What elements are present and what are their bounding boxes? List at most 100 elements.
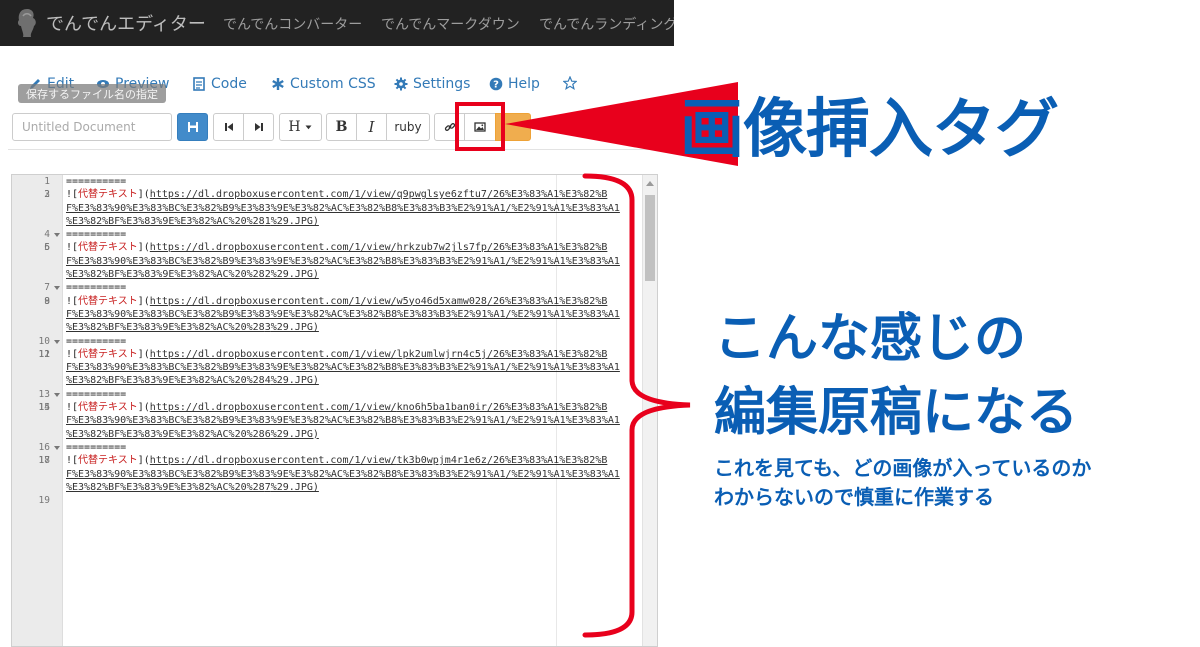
- nav-link-markdown[interactable]: でんでんマークダウン: [381, 14, 520, 34]
- url-tail: /26%E3%83%A1%E3%82%B: [486, 455, 608, 467]
- question-circle-icon: ?: [489, 77, 503, 91]
- gear-icon: [394, 77, 408, 91]
- filename-input[interactable]: [12, 113, 172, 141]
- line-wrap: F%E3%83%90%E3%83%BC%E3%82%B9%E3%83%9E%E3…: [66, 468, 642, 481]
- url-id: kno6h5ba1ban0ir: [396, 402, 487, 414]
- line-number: 1: [44, 176, 50, 187]
- line-number: 4: [44, 229, 50, 241]
- annotation-body-line1: こんな感じの: [714, 309, 1027, 369]
- image-url-continued: F%E3%83%90%E3%83%BC%E3%82%B9%E3%83%9E%E3…: [66, 468, 620, 480]
- url-tail: /26%E3%83%A1%E3%82%B: [486, 402, 608, 414]
- image-url-continued: F%E3%83%90%E3%83%BC%E3%82%B9%E3%83%9E%E3…: [66, 415, 620, 427]
- line-wrap: F%E3%83%90%E3%83%BC%E3%82%B9%E3%83%9E%E3…: [66, 255, 642, 268]
- step-backward-icon: [224, 123, 233, 131]
- code-line: 9 ![代替テキスト](https://dl.dropboxusercontent…: [12, 295, 642, 335]
- url-part3-prefix: %E3%82%BF%E3%83%9E%E3%82%AC%20%28: [66, 269, 265, 281]
- menu-settings-label: Settings: [413, 76, 471, 92]
- image-url-end: %E3%82%BF%E3%83%9E%E3%82%AC%20%283%29.JP…: [66, 322, 319, 333]
- url-tail: /26%E3%83%A1%E3%82%B: [486, 242, 608, 254]
- line-text: ![代替テキスト](https://dl.dropboxusercontent.…: [66, 295, 608, 307]
- bold-button[interactable]: B: [326, 113, 357, 141]
- heading-dropdown[interactable]: H: [279, 113, 322, 141]
- image-url-end: %E3%82%BF%E3%83%9E%E3%82%AC%20%282%29.JP…: [66, 269, 319, 280]
- line-wrap: F%E3%83%90%E3%83%BC%E3%82%B9%E3%83%9E%E3…: [66, 308, 642, 321]
- url-prefix: https://dl.dropboxusercontent.com/1/view…: [149, 455, 397, 467]
- image-url-continued: F%E3%83%90%E3%83%BC%E3%82%B9%E3%83%9E%E3…: [66, 308, 620, 320]
- line-number: 10: [38, 335, 50, 347]
- toolbar-divider: [8, 149, 663, 150]
- alt-text: 代替テキスト: [78, 455, 138, 467]
- step-backward-button[interactable]: [213, 113, 244, 141]
- url-tail: /26%E3%83%A1%E3%82%B: [486, 348, 608, 360]
- alt-text: 代替テキスト: [78, 242, 138, 254]
- menu-settings[interactable]: Settings: [394, 76, 470, 92]
- line-number: 9: [44, 295, 50, 307]
- star-icon: [563, 76, 577, 90]
- url-prefix: https://dl.dropboxusercontent.com/1/view…: [149, 295, 397, 307]
- line-number: 7: [44, 282, 50, 294]
- url-id: w5yo46d5xamw028: [396, 295, 487, 307]
- line-text: ==========: [66, 388, 642, 401]
- code-editor[interactable]: 1 ========== 2 3 ![代替テキスト](https://dl.dropbo…: [11, 174, 658, 647]
- url-id: tk3b0wpjm4r1e6z: [396, 455, 487, 467]
- separator-text: ==========: [66, 282, 127, 294]
- scroll-up-arrow-icon[interactable]: [646, 181, 654, 186]
- nav-link-converter[interactable]: でんでんコンバーター: [223, 14, 362, 34]
- menu-star[interactable]: [563, 76, 577, 90]
- alt-text: 代替テキスト: [78, 348, 138, 360]
- url-part3-prefix: %E3%82%BF%E3%83%9E%E3%82%AC%20%28: [66, 481, 265, 493]
- link-icon: [444, 123, 455, 131]
- brand[interactable]: でんでんエディター: [14, 6, 206, 40]
- alt-text: 代替テキスト: [78, 189, 138, 201]
- url-part3-suffix: %29.JPG): [270, 481, 319, 493]
- image-button-highlight: [455, 102, 505, 151]
- url-prefix: https://dl.dropboxusercontent.com/1/view…: [149, 189, 397, 201]
- code-lines: 1 ========== 2 3 ![代替テキスト](https://dl.dropbo…: [12, 175, 642, 506]
- save-button[interactable]: [177, 113, 208, 141]
- image-url-end: %E3%82%BF%E3%83%9E%E3%82%AC%20%281%29.JP…: [66, 216, 319, 227]
- code-line: 3 ![代替テキスト](https://dl.dropboxusercontent…: [12, 188, 642, 228]
- annotation-note-line1: これを見ても、どの画像が入っているのか: [714, 456, 1092, 480]
- image-url-continued: F%E3%83%90%E3%83%BC%E3%82%B9%E3%83%9E%E3…: [66, 202, 620, 214]
- scrollbar-thumb[interactable]: [645, 195, 655, 281]
- image-url-end: %E3%82%BF%E3%83%9E%E3%82%AC%20%287%29.JP…: [66, 482, 319, 493]
- url-prefix: https://dl.dropboxusercontent.com/1/view…: [149, 242, 397, 254]
- separator-text: ==========: [66, 176, 127, 187]
- top-navbar: でんでんエディター でんでんコンバーター でんでんマークダウン でんでんランディ…: [0, 0, 674, 46]
- caret-down-icon: [305, 125, 312, 130]
- annotation-note-line2: わからないので慎重に作業する: [714, 485, 994, 509]
- ruby-button[interactable]: ruby: [386, 113, 430, 141]
- code-line: 1 ==========: [12, 175, 642, 188]
- line-number: 3: [44, 189, 50, 201]
- line-text: ==========: [66, 335, 642, 348]
- annotation-body-line2: 編集原稿になる: [714, 383, 1079, 443]
- line-text: ![代替テキスト](https://dl.dropboxusercontent.…: [66, 348, 608, 360]
- menu-help[interactable]: ? Help: [489, 76, 540, 92]
- url-part3-prefix: %E3%82%BF%E3%83%9E%E3%82%AC%20%28: [66, 215, 265, 227]
- line-wrap: %E3%82%BF%E3%83%9E%E3%82%AC%20%286%29.JP…: [66, 428, 642, 441]
- svg-text:?: ?: [493, 80, 499, 91]
- line-text: ==========: [66, 281, 642, 294]
- menu-custom-css[interactable]: Custom CSS: [271, 76, 376, 92]
- line-number: 16: [38, 441, 50, 453]
- line-text: ==========: [66, 441, 642, 454]
- nav-link-landing[interactable]: でんでんランディングペ: [539, 14, 674, 34]
- menu-code-label: Code: [211, 76, 247, 92]
- step-forward-button[interactable]: [243, 113, 274, 141]
- url-part3-suffix: %29.JPG): [270, 215, 319, 227]
- italic-button[interactable]: I: [356, 113, 387, 141]
- url-part3-suffix: %29.JPG): [270, 428, 319, 440]
- code-line: 18 ![代替テキスト](https://dl.dropboxuserconten…: [12, 454, 642, 494]
- line-text: ![代替テキスト](https://dl.dropboxusercontent.…: [66, 455, 608, 467]
- image-url-end: %E3%82%BF%E3%83%9E%E3%82%AC%20%286%29.JP…: [66, 429, 319, 440]
- menu-code[interactable]: Code: [192, 76, 247, 92]
- line-wrap: %E3%82%BF%E3%83%9E%E3%82%AC%20%287%29.JP…: [66, 481, 642, 494]
- annotation-title: 画像挿入タグ: [680, 93, 1059, 167]
- editor-scrollbar[interactable]: [642, 175, 657, 646]
- line-wrap: F%E3%83%90%E3%83%BC%E3%82%B9%E3%83%9E%E3…: [66, 361, 642, 374]
- italic-label: I: [368, 118, 375, 136]
- line-number: 18: [38, 455, 50, 467]
- code-line: 15 ![代替テキスト](https://dl.dropboxuserconten…: [12, 401, 642, 441]
- line-wrap: %E3%82%BF%E3%83%9E%E3%82%AC%20%281%29.JP…: [66, 215, 642, 228]
- image-url-end: %E3%82%BF%E3%83%9E%E3%82%AC%20%284%29.JP…: [66, 375, 319, 386]
